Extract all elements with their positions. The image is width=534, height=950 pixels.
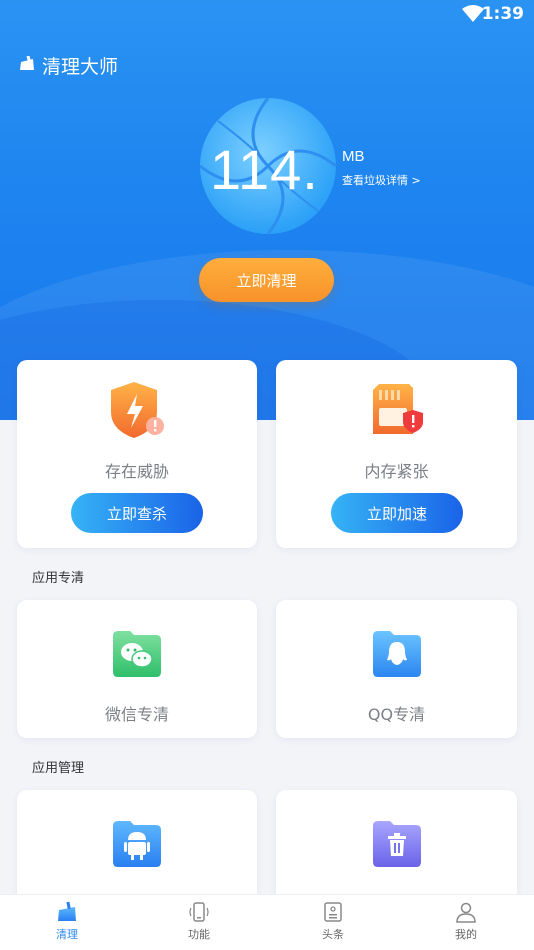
- app-title: 清理大师: [18, 52, 118, 79]
- wechat-clean-card[interactable]: 微信专清: [17, 600, 257, 738]
- speed-up-button[interactable]: 立即加速: [331, 493, 463, 533]
- threat-card[interactable]: 存在威胁 立即查杀: [17, 360, 257, 548]
- shield-warning-icon: [107, 380, 167, 446]
- broom-icon: [18, 55, 36, 77]
- status-bar: 1:39: [0, 0, 534, 30]
- tab-news-label: 头条: [322, 928, 344, 941]
- qq-clean-label: QQ专清: [367, 705, 426, 724]
- clean-now-button[interactable]: 立即清理: [199, 258, 334, 302]
- broom-icon: [27, 901, 107, 923]
- section-title-app-manage: 应用管理: [32, 761, 85, 776]
- tab-features-label: 功能: [188, 928, 210, 941]
- wechat-icon: [110, 628, 164, 684]
- memory-card-icon: [369, 382, 425, 444]
- tab-news[interactable]: 头条: [293, 901, 373, 942]
- phone-icon: [159, 901, 239, 923]
- scan-kill-button[interactable]: 立即查杀: [71, 493, 203, 533]
- threat-label: 存在威胁: [104, 462, 169, 481]
- news-icon: [293, 901, 373, 923]
- trash-icon: [370, 818, 424, 874]
- android-icon: [110, 818, 164, 874]
- tab-features[interactable]: 功能: [159, 901, 239, 942]
- status-time: 1:39: [481, 4, 524, 24]
- qq-icon: [370, 628, 424, 684]
- junk-size-value: 114.: [210, 138, 319, 201]
- bottom-tab-bar: 清理 功能 头条 我的: [0, 894, 534, 950]
- user-icon: [426, 901, 506, 923]
- tab-clean[interactable]: 清理: [27, 901, 107, 942]
- qq-clean-card[interactable]: QQ专清: [276, 600, 517, 738]
- memory-label: 内存紧张: [364, 462, 429, 481]
- section-title-app-clean: 应用专清: [32, 571, 85, 586]
- junk-size-unit: MB: [342, 148, 365, 165]
- tab-clean-label: 清理: [56, 928, 78, 941]
- app-title-text: 清理大师: [42, 56, 119, 78]
- tab-mine-label: 我的: [455, 928, 477, 941]
- wechat-clean-label: 微信专清: [104, 705, 169, 724]
- tab-mine[interactable]: 我的: [426, 901, 506, 942]
- junk-detail-link[interactable]: 查看垃圾详情 >: [342, 172, 421, 188]
- memory-card[interactable]: 内存紧张 立即加速: [276, 360, 517, 548]
- wifi-icon: [462, 5, 484, 27]
